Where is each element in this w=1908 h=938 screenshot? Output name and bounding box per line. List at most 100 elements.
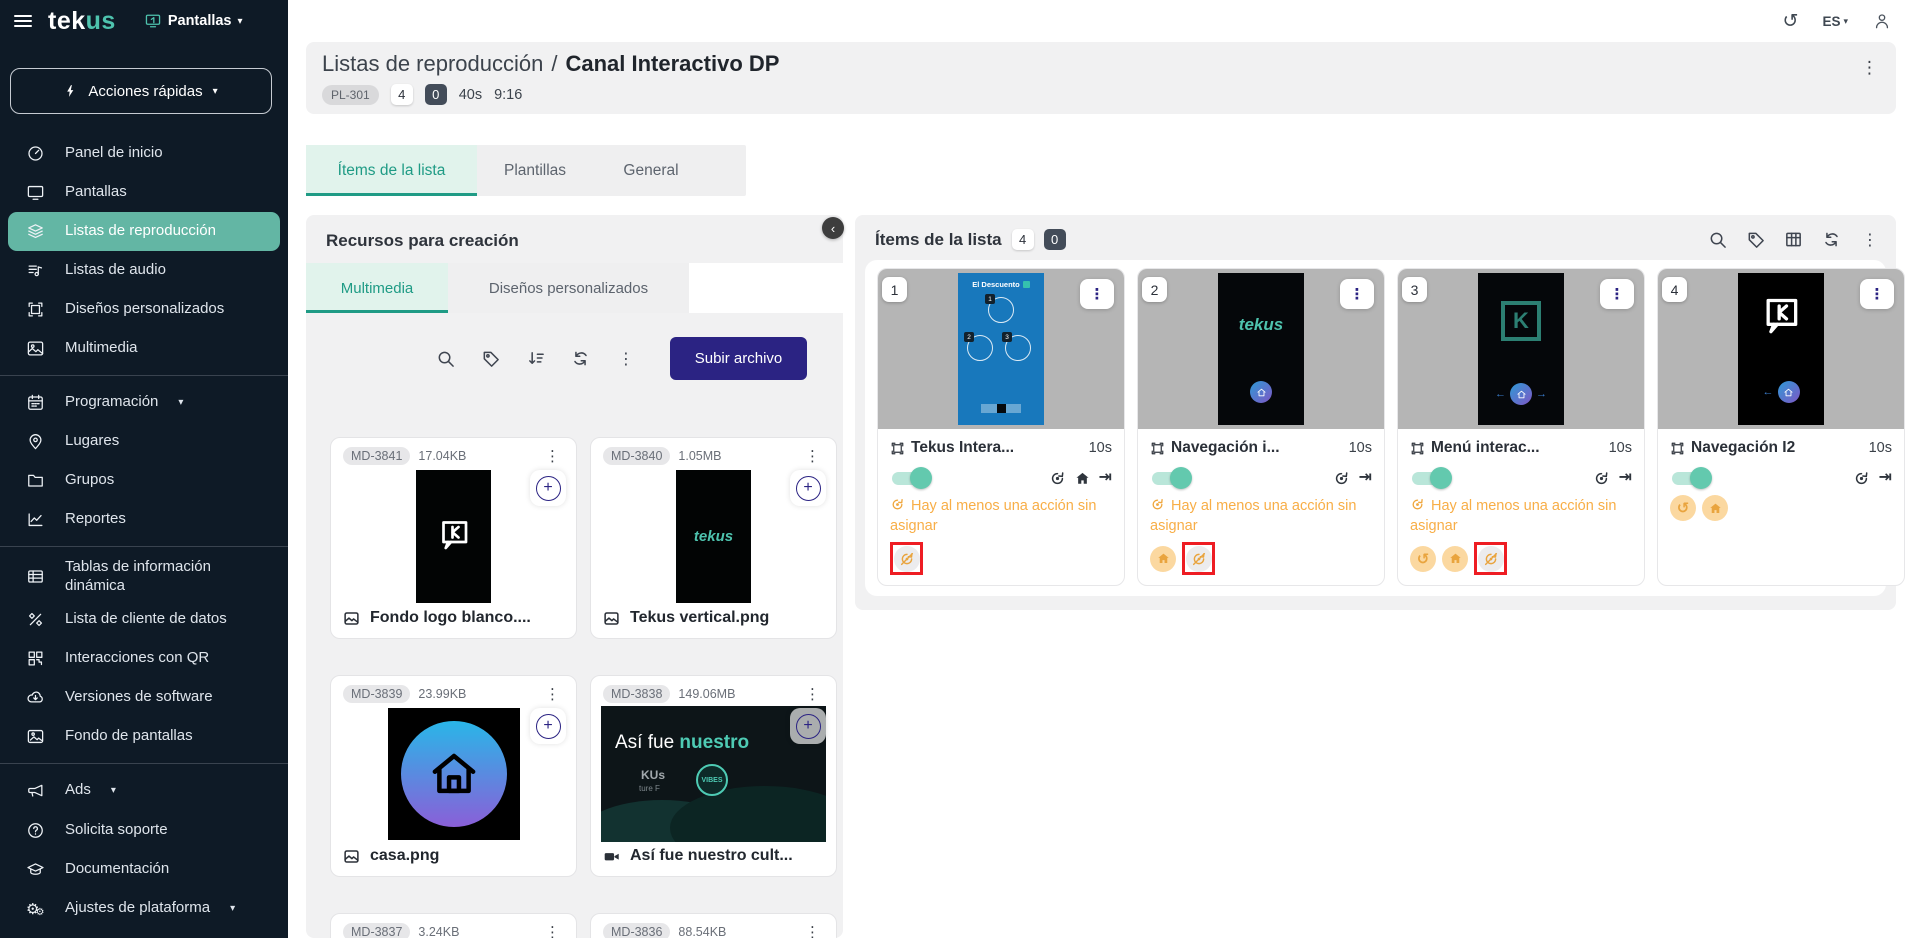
add-to-list-button[interactable]: + bbox=[530, 708, 566, 744]
kebab-menu-icon[interactable]: ⋮ bbox=[801, 685, 824, 703]
media-card[interactable]: MD-3841 17.04KB ⋮ + Fondo logo blanco...… bbox=[330, 437, 577, 639]
kebab-menu-icon[interactable]: ⋮ bbox=[1600, 279, 1634, 309]
add-to-list-button[interactable]: + bbox=[530, 470, 566, 506]
list-item-card[interactable]: El Descuento 1 2 3 1 ⋮ Tekus Intera... 1… bbox=[877, 268, 1125, 586]
design-frame-icon bbox=[1150, 441, 1165, 456]
unassigned-interaction-icon bbox=[890, 497, 905, 512]
history-icon[interactable]: ↺ bbox=[1783, 10, 1799, 33]
home-action-chip[interactable] bbox=[1150, 546, 1176, 572]
tab-disenos-personalizados[interactable]: Diseños personalizados bbox=[448, 263, 689, 313]
sidebar-item-pantallas[interactable]: Pantallas bbox=[0, 173, 288, 212]
tab-general[interactable]: General bbox=[593, 145, 709, 196]
sidebar-item-multimedia[interactable]: Multimedia bbox=[0, 329, 288, 368]
kebab-menu-icon[interactable]: ⋮ bbox=[541, 685, 564, 703]
sidebar-item-ads[interactable]: Ads ▾ bbox=[0, 771, 288, 810]
back-action-chip[interactable]: ↺ bbox=[1410, 546, 1436, 572]
multimedia-icon bbox=[26, 339, 45, 358]
refresh-icon[interactable] bbox=[571, 349, 590, 368]
tag-icon[interactable] bbox=[481, 349, 500, 368]
tab-plantillas[interactable]: Plantillas bbox=[477, 145, 593, 196]
breadcrumb-separator: / bbox=[551, 51, 557, 77]
playlists-icon bbox=[26, 222, 45, 241]
video-type-icon bbox=[603, 848, 620, 865]
tab-multimedia[interactable]: Multimedia bbox=[306, 263, 448, 313]
quick-actions-button[interactable]: Acciones rápidas ▾ bbox=[10, 68, 272, 114]
tag-icon[interactable] bbox=[1746, 230, 1765, 249]
kebab-menu-icon[interactable]: ⋮ bbox=[541, 447, 564, 465]
sidebar-item-fondo-pantallas[interactable]: Fondo de pantallas bbox=[0, 717, 288, 756]
page-header: Listas de reproducción / Canal Interacti… bbox=[306, 42, 1896, 114]
list-item-card[interactable]: tekus 2 ⋮ Navegación i... 10s ⇥ bbox=[1137, 268, 1385, 586]
home-action-chip[interactable] bbox=[1442, 546, 1468, 572]
unassigned-interaction-chip[interactable] bbox=[1186, 546, 1212, 572]
add-to-list-button[interactable]: + bbox=[790, 708, 826, 744]
sidebar-item-lugares[interactable]: Lugares bbox=[0, 422, 288, 461]
item-enabled-toggle[interactable] bbox=[1670, 467, 1712, 489]
unassigned-interaction-icon bbox=[1150, 497, 1165, 512]
item-enabled-toggle[interactable] bbox=[1410, 467, 1452, 489]
kebab-menu-icon[interactable]: ⋮ bbox=[1860, 279, 1894, 309]
resources-title: Recursos para creación bbox=[326, 231, 843, 251]
language-selector[interactable]: ES ▾ bbox=[1822, 14, 1848, 29]
collapse-panel-button[interactable]: ‹ bbox=[822, 217, 844, 239]
back-action-chip[interactable]: ↺ bbox=[1670, 495, 1696, 521]
tab-items-de-la-lista[interactable]: Ítems de la lista bbox=[306, 145, 477, 196]
sidebar-item-listas-de-reproduccion[interactable]: Listas de reproducción bbox=[8, 212, 280, 251]
kebab-menu-icon[interactable]: ⋮ bbox=[1860, 230, 1880, 250]
media-card[interactable]: MD-3836 88.54KB ⋮ bbox=[590, 913, 837, 938]
chevron-left-icon: ‹ bbox=[831, 221, 835, 236]
tekus-logo[interactable]: tekus bbox=[48, 7, 116, 36]
chevron-down-icon: ▾ bbox=[213, 86, 218, 97]
search-icon[interactable] bbox=[436, 349, 455, 368]
sidebar-item-programacion[interactable]: Programación ▾ bbox=[0, 383, 288, 422]
sidebar-item-panel-de-inicio[interactable]: Panel de inicio bbox=[0, 134, 288, 173]
item-warning: Hay al menos una acción sin asignar bbox=[890, 497, 1112, 536]
kebab-menu-icon[interactable]: ⋮ bbox=[1080, 279, 1114, 309]
chevron-down-icon: ▾ bbox=[111, 785, 116, 796]
list-item-card[interactable]: ← 4 ⋮ Navegación I2 10s ⇥ bbox=[1657, 268, 1905, 586]
kebab-menu-icon[interactable]: ⋮ bbox=[801, 923, 824, 938]
kebab-menu-icon[interactable]: ⋮ bbox=[1340, 279, 1374, 309]
sidebar-item-lista-cliente-datos[interactable]: Lista de cliente de datos bbox=[0, 600, 288, 639]
sort-icon[interactable] bbox=[526, 349, 545, 368]
sidebar-item-versiones-software[interactable]: Versiones de software bbox=[0, 678, 288, 717]
kebab-menu-icon[interactable]: ⋮ bbox=[801, 447, 824, 465]
resources-toolbar: ⋮ Subir archivo bbox=[326, 337, 807, 380]
kebab-menu-icon[interactable]: ⋮ bbox=[541, 923, 564, 938]
media-card[interactable]: MD-3837 3.24KB ⋮ bbox=[330, 913, 577, 938]
kebab-menu-icon[interactable]: ⋮ bbox=[1853, 54, 1886, 82]
item-enabled-toggle[interactable] bbox=[1150, 467, 1192, 489]
tekus-k-logo-icon bbox=[436, 518, 472, 554]
media-card[interactable]: MD-3838 149.06MB ⋮ Así fue nuestro KUs t… bbox=[590, 675, 837, 877]
add-to-list-button[interactable]: + bbox=[790, 470, 826, 506]
media-card[interactable]: MD-3840 1.05MB ⋮ tekus + Tekus vertical.… bbox=[590, 437, 837, 639]
unassigned-interaction-chip[interactable] bbox=[894, 546, 920, 572]
refresh-icon[interactable] bbox=[1822, 230, 1841, 249]
item-number-badge: 3 bbox=[1402, 277, 1427, 302]
item-enabled-toggle[interactable] bbox=[890, 467, 932, 489]
list-item-card[interactable]: K ← → 3 ⋮ Menú interac... 10s bbox=[1397, 268, 1645, 586]
sidebar-item-listas-de-audio[interactable]: Listas de audio bbox=[0, 251, 288, 290]
user-icon[interactable] bbox=[1872, 11, 1892, 31]
data-client-icon bbox=[26, 610, 45, 629]
upload-file-button[interactable]: Subir archivo bbox=[670, 337, 807, 380]
kebab-menu-icon[interactable]: ⋮ bbox=[616, 349, 636, 369]
sidebar-item-reportes[interactable]: Reportes bbox=[0, 500, 288, 539]
home-action-chip[interactable] bbox=[1702, 495, 1728, 521]
media-thumbnail: + bbox=[331, 468, 576, 604]
menu-icon[interactable] bbox=[12, 10, 34, 32]
context-switcher[interactable]: Pantallas ▾ bbox=[144, 12, 243, 30]
sidebar-item-solicita-soporte[interactable]: Solicita soporte bbox=[0, 811, 288, 850]
table-view-icon[interactable] bbox=[1784, 230, 1803, 249]
search-icon[interactable] bbox=[1708, 230, 1727, 249]
unassigned-interaction-chip[interactable] bbox=[1478, 546, 1504, 572]
sidebar-item-ajustes-plataforma[interactable]: ⚙⚙ Ajustes de plataforma ▾ bbox=[0, 889, 288, 928]
sidebar-item-tablas-informacion-dinamica[interactable]: Tablas de información dinámica bbox=[0, 554, 288, 600]
breadcrumb-parent[interactable]: Listas de reproducción bbox=[322, 51, 543, 77]
sidebar-item-documentacion[interactable]: Documentación bbox=[0, 850, 288, 889]
sidebar-item-grupos[interactable]: Grupos bbox=[0, 461, 288, 500]
sidebar-item-disenos-personalizados[interactable]: Diseños personalizados bbox=[0, 290, 288, 329]
screen-context-icon bbox=[144, 12, 162, 30]
media-card[interactable]: MD-3839 23.99KB ⋮ + casa.png bbox=[330, 675, 577, 877]
sidebar-item-interacciones-qr[interactable]: Interacciones con QR bbox=[0, 639, 288, 678]
